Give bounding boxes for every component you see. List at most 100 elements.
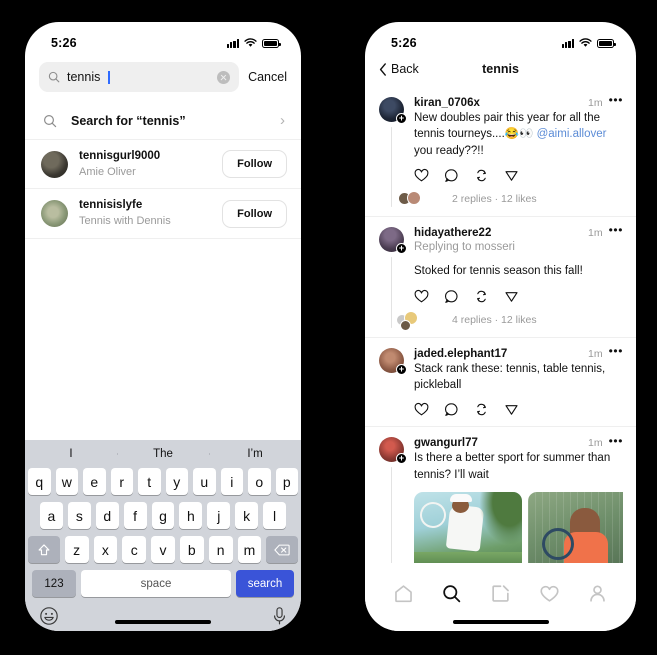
chevron-right-icon: › bbox=[280, 112, 285, 129]
key-o[interactable]: o bbox=[248, 468, 271, 495]
back-button[interactable]: Back bbox=[379, 62, 419, 76]
key-t[interactable]: t bbox=[138, 468, 161, 495]
wifi-icon bbox=[244, 38, 257, 47]
repost-icon[interactable] bbox=[474, 289, 489, 304]
post-username[interactable]: hidayathere22 bbox=[414, 227, 491, 239]
avatar[interactable]: + bbox=[379, 226, 407, 254]
search-icon bbox=[43, 114, 57, 127]
emoji-icon[interactable] bbox=[39, 606, 59, 626]
key-u[interactable]: u bbox=[193, 468, 216, 495]
key-b[interactable]: b bbox=[179, 536, 204, 563]
add-icon[interactable]: + bbox=[396, 242, 407, 254]
tennis-player-orange-top-photo[interactable] bbox=[528, 491, 623, 563]
post-item[interactable]: + kiran_0706x 1m ••• New doubles pair th… bbox=[365, 87, 636, 217]
compose-icon[interactable] bbox=[490, 583, 511, 604]
key-f[interactable]: f bbox=[123, 502, 147, 529]
key-r[interactable]: r bbox=[110, 468, 133, 495]
key-y[interactable]: y bbox=[165, 468, 188, 495]
follow-button[interactable]: Follow bbox=[222, 150, 287, 179]
add-icon[interactable]: + bbox=[396, 113, 407, 124]
add-icon[interactable]: + bbox=[396, 453, 407, 465]
key-g[interactable]: g bbox=[151, 502, 175, 529]
key-l[interactable]: l bbox=[263, 502, 287, 529]
thread-feed[interactable]: + kiran_0706x 1m ••• New doubles pair th… bbox=[365, 87, 636, 563]
key-j[interactable]: j bbox=[207, 502, 231, 529]
key-i[interactable]: i bbox=[220, 468, 243, 495]
user-text: tennisgurl9000 Amie Oliver bbox=[79, 149, 211, 179]
key-s[interactable]: s bbox=[67, 502, 91, 529]
share-icon[interactable] bbox=[504, 289, 519, 304]
more-options-icon[interactable]: ••• bbox=[609, 435, 623, 449]
numbers-key[interactable]: 123 bbox=[32, 570, 76, 597]
profile-icon[interactable] bbox=[587, 583, 608, 604]
cancel-button[interactable]: Cancel bbox=[248, 70, 287, 84]
repost-icon[interactable] bbox=[474, 402, 489, 417]
suggestion-3[interactable]: I’m bbox=[209, 448, 301, 460]
share-icon[interactable] bbox=[504, 402, 519, 417]
key-n[interactable]: n bbox=[208, 536, 233, 563]
clear-icon[interactable] bbox=[217, 70, 231, 84]
post-header: jaded.elephant17 1m ••• bbox=[414, 345, 623, 360]
post-media-carousel[interactable] bbox=[414, 491, 623, 563]
avatar[interactable]: + bbox=[379, 97, 407, 124]
like-icon[interactable] bbox=[414, 402, 429, 417]
key-z[interactable]: z bbox=[64, 536, 89, 563]
follow-button[interactable]: Follow bbox=[222, 199, 287, 228]
avatar[interactable] bbox=[41, 150, 68, 178]
post-username[interactable]: gwangurl77 bbox=[414, 437, 478, 449]
post-body: gwangurl77 1m ••• Is there a better spor… bbox=[414, 435, 623, 563]
post-username[interactable]: kiran_0706x bbox=[414, 97, 480, 109]
list-item[interactable]: tennisgurl9000 Amie Oliver Follow bbox=[25, 140, 301, 190]
key-d[interactable]: d bbox=[95, 502, 119, 529]
avatar[interactable]: + bbox=[379, 347, 407, 375]
post-item[interactable]: + gwangurl77 1m ••• Is there a better sp… bbox=[365, 427, 636, 563]
key-v[interactable]: v bbox=[151, 536, 175, 563]
key-x[interactable]: x bbox=[93, 536, 118, 563]
key-h[interactable]: h bbox=[179, 502, 203, 529]
home-icon[interactable] bbox=[393, 583, 414, 604]
mention-link[interactable]: @aimi.allover bbox=[537, 128, 607, 140]
shift-icon[interactable] bbox=[28, 536, 60, 563]
space-key[interactable]: space bbox=[81, 570, 231, 597]
comment-icon[interactable] bbox=[444, 168, 459, 183]
like-icon[interactable] bbox=[414, 168, 429, 183]
microphone-icon[interactable] bbox=[272, 606, 287, 626]
more-options-icon[interactable]: ••• bbox=[609, 224, 623, 238]
post-item[interactable]: + jaded.elephant17 1m ••• Stack rank the… bbox=[365, 338, 636, 428]
backspace-icon[interactable] bbox=[266, 536, 299, 563]
search-icon[interactable] bbox=[441, 583, 462, 604]
avatar bbox=[407, 190, 421, 205]
list-item[interactable]: tennisislyfe Tennis with Dennis Follow bbox=[25, 189, 301, 239]
repost-icon[interactable] bbox=[474, 168, 489, 183]
post-item[interactable]: + hidayathere22 1m ••• Replying to mosse… bbox=[365, 217, 636, 338]
avatar[interactable]: + bbox=[379, 437, 407, 465]
key-m[interactable]: m bbox=[237, 536, 262, 563]
key-p[interactable]: p bbox=[275, 468, 298, 495]
key-q[interactable]: q bbox=[28, 468, 51, 495]
key-k[interactable]: k bbox=[235, 502, 259, 529]
search-for-row[interactable]: Search for “tennis” › bbox=[25, 102, 301, 140]
comment-icon[interactable] bbox=[444, 289, 459, 304]
more-options-icon[interactable]: ••• bbox=[609, 94, 623, 108]
like-icon[interactable] bbox=[414, 289, 429, 304]
suggestion-2[interactable]: The bbox=[117, 448, 209, 460]
tennis-player-serving-photo[interactable] bbox=[414, 491, 522, 563]
post-meta[interactable]: 4 replies · 12 likes bbox=[452, 314, 537, 326]
share-icon[interactable] bbox=[504, 168, 519, 183]
key-a[interactable]: a bbox=[40, 502, 63, 529]
key-e[interactable]: e bbox=[83, 468, 106, 495]
suggestion-1[interactable]: I bbox=[25, 448, 117, 460]
post-meta[interactable]: 2 replies · 12 likes bbox=[452, 193, 537, 205]
search-key[interactable]: search bbox=[236, 570, 294, 597]
key-c[interactable]: c bbox=[122, 536, 147, 563]
search-input[interactable]: tennis bbox=[39, 62, 240, 92]
avatar[interactable] bbox=[41, 200, 68, 228]
post-header: kiran_0706x 1m ••• bbox=[414, 94, 623, 109]
add-icon[interactable]: + bbox=[396, 363, 407, 375]
key-w[interactable]: w bbox=[55, 468, 78, 495]
comment-icon[interactable] bbox=[444, 402, 459, 417]
post-username[interactable]: jaded.elephant17 bbox=[414, 348, 507, 360]
activity-heart-icon[interactable] bbox=[539, 583, 560, 604]
more-options-icon[interactable]: ••• bbox=[609, 345, 623, 359]
keyboard-rows: q w e r t y u i o p a s d f g h j k l z … bbox=[25, 468, 301, 597]
